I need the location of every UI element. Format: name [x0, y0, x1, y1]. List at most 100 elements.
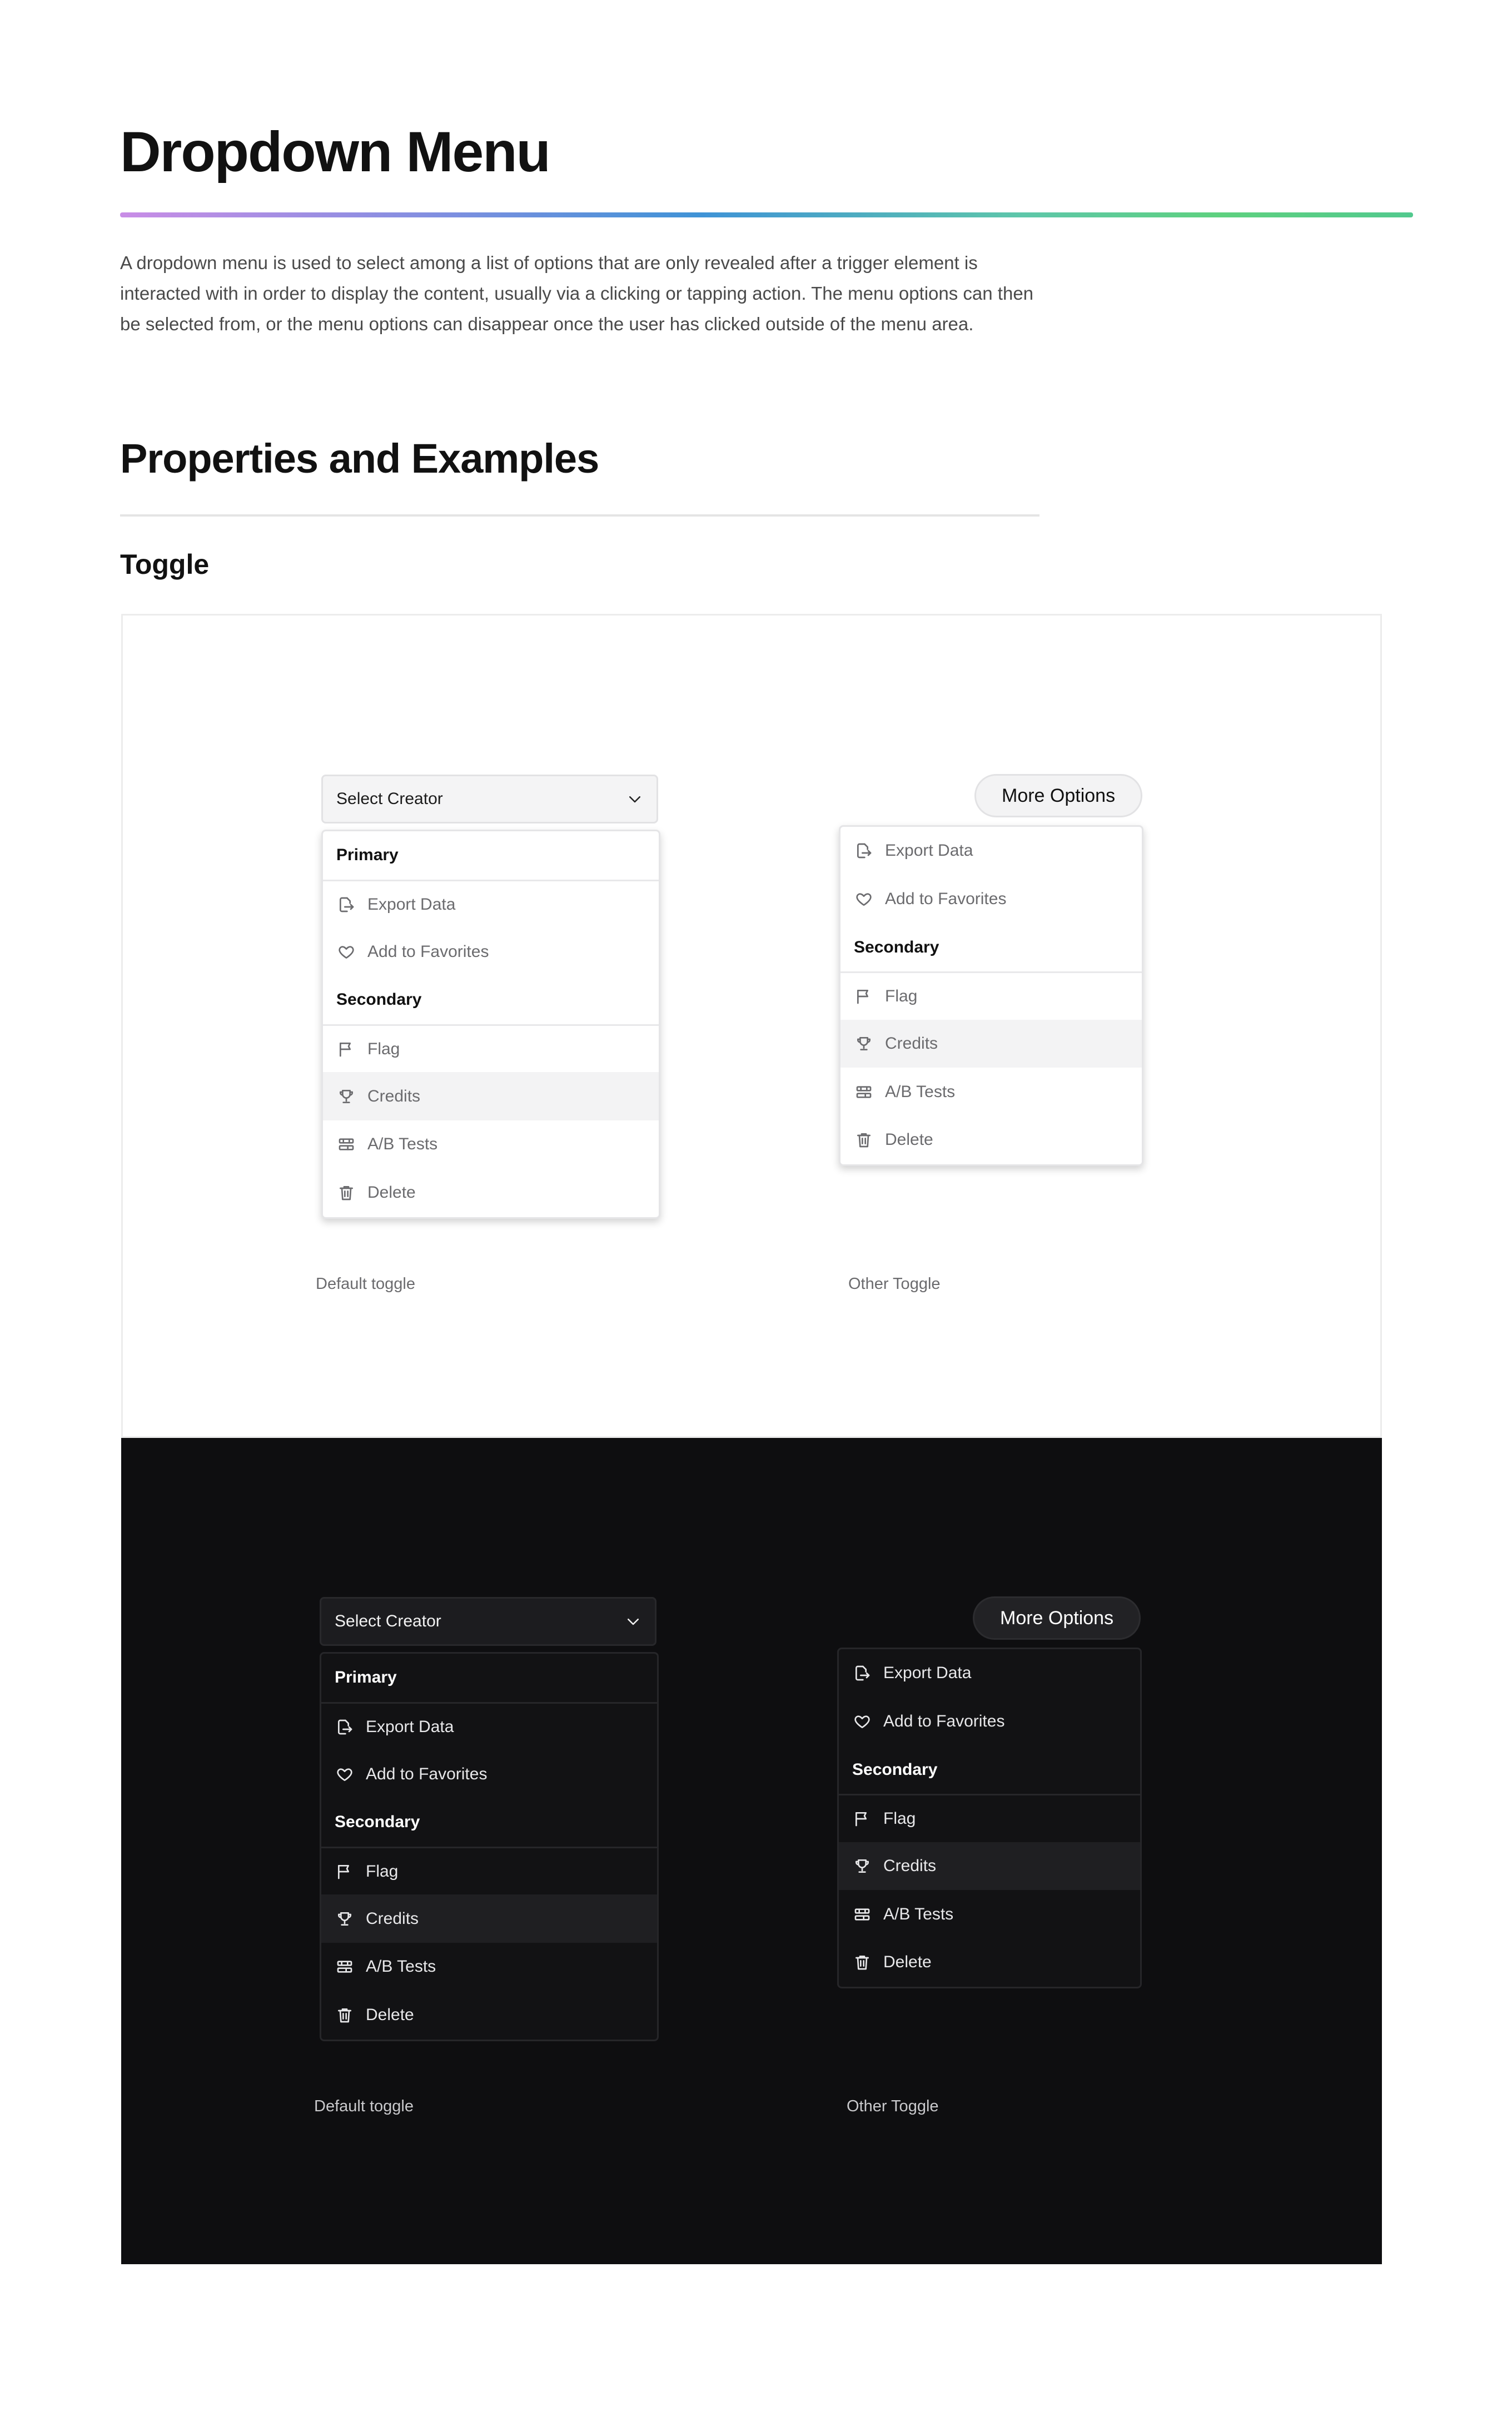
trophy-icon	[852, 1856, 872, 1876]
trash-icon	[335, 2005, 355, 2025]
intro-paragraph: A dropdown menu is used to select among …	[120, 252, 1034, 334]
heart-icon	[336, 942, 356, 962]
menu-item-export-data[interactable]: Export Data	[323, 879, 659, 928]
menu-item-label: Delete	[883, 1953, 932, 1972]
menu-section-header: Secondary	[323, 976, 659, 1024]
menu-item-label: Delete	[366, 2006, 414, 2025]
export-icon	[336, 895, 356, 915]
menu-item-label: Credits	[366, 1909, 419, 1928]
light-example-panel: Select Creator Primary Export Data Add to F…	[121, 614, 1382, 1438]
menu-item-label: Export Data	[883, 1664, 972, 1683]
trash-icon	[336, 1183, 356, 1203]
section-divider	[120, 514, 1040, 517]
select-label: Select Creator	[336, 790, 443, 808]
more-options-button[interactable]: More Options	[973, 1596, 1141, 1640]
trophy-icon	[336, 1087, 356, 1107]
menu-item-label: Export Data	[366, 1717, 454, 1736]
ab-tests-icon	[854, 1082, 874, 1102]
menu-item-label: Add to Favorites	[883, 1712, 1005, 1731]
menu-section-header: Secondary	[321, 1798, 657, 1847]
menu-item-add-to-favorites[interactable]: Add to Favorites	[323, 927, 659, 976]
more-options-button[interactable]: More Options	[974, 774, 1143, 817]
menu-item-label: Delete	[885, 1130, 933, 1149]
menu-item-label: Flag	[883, 1809, 916, 1828]
ab-tests-icon	[852, 1904, 872, 1924]
menu-item-label: A/B Tests	[883, 1904, 954, 1923]
menu-item-label: Flag	[366, 1862, 399, 1881]
title-gradient-divider	[120, 212, 1413, 217]
menu-item-label: Add to Favorites	[366, 1764, 488, 1783]
menu-item-a-b-tests[interactable]: A/B Tests	[321, 1943, 657, 1991]
flag-icon	[335, 1862, 355, 1882]
menu-item-a-b-tests[interactable]: A/B Tests	[839, 1890, 1140, 1938]
ab-tests-icon	[336, 1134, 356, 1154]
menu-item-delete[interactable]: Delete	[839, 1938, 1140, 1987]
default-toggle-menu: Primary Export Data Add to Favorites Second…	[321, 830, 660, 1219]
trophy-icon	[854, 1034, 874, 1054]
select-creator-dropdown[interactable]: Select Creator	[321, 775, 658, 823]
chevron-down-icon	[625, 1613, 641, 1630]
menu-item-export-data[interactable]: Export Data	[839, 1649, 1140, 1698]
trash-icon	[854, 1130, 874, 1150]
menu-item-label: A/B Tests	[885, 1082, 956, 1101]
heart-icon	[335, 1764, 355, 1784]
flag-icon	[336, 1039, 356, 1059]
select-label: Select Creator	[335, 1612, 441, 1630]
ab-tests-icon	[335, 1957, 355, 1977]
menu-item-a-b-tests[interactable]: A/B Tests	[840, 1068, 1142, 1116]
menu-item-flag[interactable]: Flag	[839, 1794, 1140, 1842]
menu-item-add-to-favorites[interactable]: Add to Favorites	[840, 875, 1142, 924]
menu-section-header: Secondary	[839, 1745, 1140, 1794]
subsection-title: Toggle	[120, 549, 210, 580]
menu-item-label: Credits	[885, 1034, 938, 1053]
menu-section-header: Primary	[323, 831, 659, 880]
menu-item-label: Secondary	[336, 990, 422, 1009]
menu-item-flag[interactable]: Flag	[323, 1024, 659, 1073]
menu-item-flag[interactable]: Flag	[840, 971, 1142, 1020]
trophy-icon	[335, 1909, 355, 1929]
menu-item-export-data[interactable]: Export Data	[321, 1701, 657, 1750]
menu-item-label: Export Data	[367, 895, 456, 914]
menu-item-label: Delete	[367, 1183, 416, 1202]
menu-item-export-data[interactable]: Export Data	[840, 827, 1142, 875]
menu-item-flag[interactable]: Flag	[321, 1846, 657, 1895]
menu-item-label: A/B Tests	[367, 1135, 438, 1154]
menu-item-label: Secondary	[854, 937, 939, 956]
menu-item-credits[interactable]: Credits	[839, 1842, 1140, 1891]
default-toggle-caption: Default toggle	[314, 2097, 414, 2115]
menu-item-delete[interactable]: Delete	[321, 1991, 657, 2040]
heart-icon	[854, 889, 874, 909]
menu-item-delete[interactable]: Delete	[840, 1116, 1142, 1164]
menu-item-delete[interactable]: Delete	[323, 1169, 659, 1217]
menu-item-a-b-tests[interactable]: A/B Tests	[323, 1120, 659, 1169]
menu-item-label: Primary	[335, 1668, 397, 1687]
menu-item-label: Primary	[336, 846, 399, 865]
menu-item-add-to-favorites[interactable]: Add to Favorites	[321, 1750, 657, 1798]
other-toggle-caption: Other Toggle	[847, 2097, 939, 2115]
default-toggle-caption: Default toggle	[316, 1275, 415, 1293]
menu-section-header: Secondary	[840, 923, 1142, 971]
menu-item-label: A/B Tests	[366, 1957, 436, 1976]
section-title: Properties and Examples	[120, 435, 599, 482]
other-toggle-menu: Export Data Add to Favorites Secondary Flag…	[837, 1648, 1142, 1988]
menu-item-credits[interactable]: Credits	[840, 1019, 1142, 1068]
heart-icon	[852, 1711, 872, 1732]
chevron-down-icon	[626, 791, 643, 807]
export-icon	[335, 1717, 355, 1737]
menu-item-credits[interactable]: Credits	[323, 1072, 659, 1121]
menu-item-add-to-favorites[interactable]: Add to Favorites	[839, 1698, 1140, 1746]
other-toggle-menu: Export Data Add to Favorites Secondary Flag…	[839, 825, 1143, 1166]
flag-icon	[854, 986, 874, 1006]
menu-item-label: Credits	[367, 1087, 421, 1105]
menu-section-header: Primary	[321, 1654, 657, 1702]
menu-item-label: Credits	[883, 1857, 937, 1876]
export-icon	[852, 1663, 872, 1683]
dark-example-panel: Select Creator Primary Export Data Add to F…	[121, 1438, 1382, 2264]
other-toggle-caption: Other Toggle	[848, 1275, 941, 1293]
trash-icon	[852, 1952, 872, 1972]
select-creator-dropdown[interactable]: Select Creator	[320, 1597, 656, 1646]
menu-item-label: Add to Favorites	[367, 942, 489, 961]
flag-icon	[852, 1809, 872, 1829]
menu-item-credits[interactable]: Credits	[321, 1894, 657, 1943]
export-icon	[854, 841, 874, 861]
